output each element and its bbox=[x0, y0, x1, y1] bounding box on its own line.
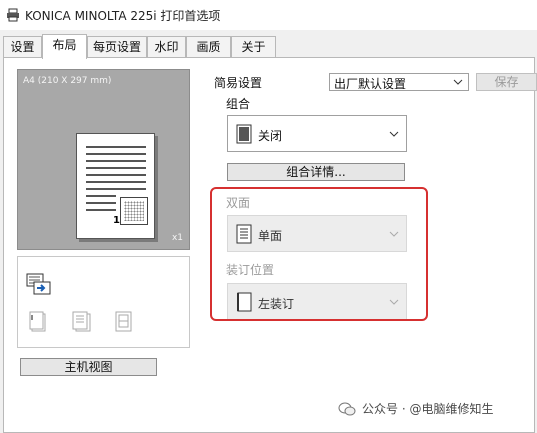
save-button[interactable]: 保存 bbox=[476, 73, 537, 91]
chevron-down-icon bbox=[453, 79, 463, 85]
single-page-icon bbox=[236, 124, 252, 144]
easy-settings-value: 出厂默认设置 bbox=[334, 77, 407, 91]
easy-settings-select[interactable]: 出厂默认设置 bbox=[329, 73, 469, 91]
preview-page-number: 1 bbox=[113, 215, 120, 226]
page-preview: A4 (210 X 297 mm) 1 x1 bbox=[17, 69, 190, 250]
wechat-icon bbox=[338, 402, 356, 415]
paper-size-label: A4 (210 X 297 mm) bbox=[23, 76, 112, 86]
title-bar: KONICA MINOLTA 225i 打印首选项 bbox=[0, 0, 537, 30]
combination-value: 关闭 bbox=[258, 129, 283, 143]
punch-icon bbox=[72, 311, 91, 332]
combination-label: 组合 bbox=[226, 97, 251, 111]
combination-select[interactable]: 关闭 bbox=[227, 115, 407, 152]
staple-icon bbox=[29, 311, 46, 332]
preview-page: 1 bbox=[76, 133, 155, 239]
copies-label: x1 bbox=[171, 233, 183, 243]
fold-icon bbox=[115, 311, 132, 332]
watermark: 公众号 · @电脑维修知生 bbox=[338, 400, 493, 417]
window-title: KONICA MINOLTA 225i 打印首选项 bbox=[25, 8, 221, 23]
chevron-down-icon bbox=[389, 131, 399, 137]
tab-settings[interactable]: 设置 bbox=[3, 36, 42, 58]
highlight-frame bbox=[210, 187, 428, 321]
tab-image-quality[interactable]: 画质 bbox=[186, 36, 231, 58]
printer-icon bbox=[7, 8, 19, 22]
printer-output-icon[interactable] bbox=[26, 273, 52, 295]
tab-per-page-settings[interactable]: 每页设置 bbox=[87, 36, 147, 58]
tab-watermark[interactable]: 水印 bbox=[147, 36, 186, 58]
tab-about[interactable]: 关于 bbox=[231, 36, 276, 58]
preview-stamp bbox=[120, 197, 148, 225]
tab-layout[interactable]: 布局 bbox=[42, 34, 87, 59]
easy-settings-label: 简易设置 bbox=[214, 76, 263, 90]
host-view-button[interactable]: 主机视图 bbox=[20, 358, 157, 376]
watermark-text: 公众号 · @电脑维修知生 bbox=[362, 402, 494, 416]
device-icons-panel bbox=[17, 256, 190, 348]
combination-details-button[interactable]: 组合详情... bbox=[227, 163, 405, 181]
